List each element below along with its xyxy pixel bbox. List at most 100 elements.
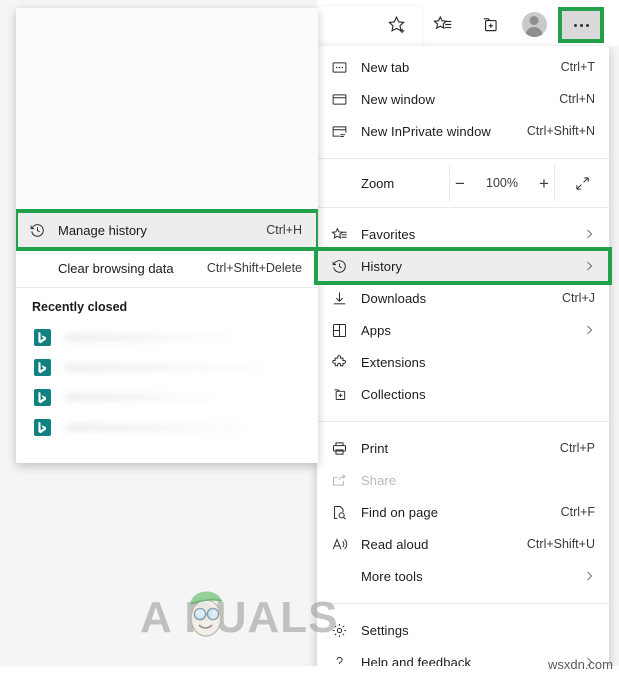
menu-separator [317,207,609,208]
menu-item-label: Share [361,472,397,488]
list-item[interactable] [16,352,318,382]
share-icon [317,472,361,489]
list-item-title-redacted [65,362,261,372]
recently-closed-heading: Recently closed [32,300,128,314]
extensions-puzzle-icon [317,354,361,371]
menu-item-label: Read aloud [361,536,429,552]
gear-icon [317,622,361,639]
menu-item-label: Collections [361,386,426,402]
new-window-icon [317,91,361,108]
menu-padding [317,592,609,598]
bing-favicon [34,358,51,376]
menu-item-new-window[interactable]: New window Ctrl+N [317,83,609,115]
menu-item-more-tools[interactable]: More tools [317,560,609,592]
list-item[interactable] [16,382,318,412]
menu-item-label: Apps [361,322,392,338]
menu-item-read-aloud[interactable]: Read aloud Ctrl+Shift+U [317,528,609,560]
list-item-title-redacted [65,392,215,402]
menu-item-print[interactable]: Print Ctrl+P [317,432,609,464]
submenu-item-manage-history[interactable]: Manage history Ctrl+H [16,209,318,251]
history-clock-icon [16,222,58,239]
menu-item-downloads[interactable]: Downloads Ctrl+J [317,282,609,314]
inprivate-window-icon [317,123,361,140]
menu-item-find-on-page[interactable]: Find on page Ctrl+F [317,496,609,528]
menu-item-history[interactable]: History [314,247,612,285]
zoom-controls: − 100% + [449,164,555,202]
submenu-item-clear-browsing-data[interactable]: Clear browsing data Ctrl+Shift+Delete [16,249,318,287]
menu-item-label: Favorites [361,226,416,242]
zoom-out-button[interactable]: − [451,175,469,192]
bottom-edge [0,666,619,678]
menu-item-label: Find on page [361,504,439,520]
zoom-label: Zoom [361,175,395,191]
menu-item-accel: Ctrl+Shift+N [526,124,595,138]
screenshot-root: New tab Ctrl+T New window Ctrl+N New InP… [0,0,619,678]
menu-item-label: Extensions [361,354,426,370]
menu-item-accel: Ctrl+T [560,60,595,74]
apps-icon [317,322,361,339]
menu-item-settings[interactable]: Settings [317,614,609,646]
favorites-star-icon [317,226,361,243]
chevron-right-icon [579,570,595,582]
menu-item-accel: Ctrl+P [559,441,595,455]
menu-item-label: New tab [361,59,410,75]
menu-item-accel: Ctrl+F [560,505,595,519]
list-item[interactable] [16,322,318,352]
downloads-icon [317,290,361,307]
submenu-item-accel: Ctrl+Shift+Delete [206,261,302,275]
menu-item-new-tab[interactable]: New tab Ctrl+T [317,51,609,83]
wsxdn-watermark: wsxdn.com [547,657,613,672]
add-favorite-icon[interactable] [381,10,411,38]
chevron-right-icon [579,260,595,272]
menu-item-share: Share [317,464,609,496]
settings-and-more-button[interactable] [558,7,604,43]
menu-item-label: More tools [361,568,423,584]
history-flyout-blank-area [16,8,318,211]
collections-icon [317,386,361,403]
collections-icon[interactable] [474,10,504,38]
menu-item-new-inprivate-window[interactable]: New InPrivate window Ctrl+Shift+N [317,115,609,147]
submenu-item-label: Clear browsing data [58,260,174,276]
menu-padding [317,147,609,153]
menu-item-label: New window [361,91,435,107]
fullscreen-icon[interactable] [555,175,609,192]
zoom-value: 100% [486,176,518,190]
bing-favicon [34,418,51,436]
list-item[interactable] [16,412,318,442]
menu-item-accel: Ctrl+J [562,291,595,305]
settings-and-more-menu: New tab Ctrl+T New window Ctrl+N New InP… [314,46,612,678]
menu-item-collections[interactable]: Collections [317,378,609,410]
find-on-page-icon [317,504,361,521]
menu-item-label: Downloads [361,290,427,306]
menu-item-accel: Ctrl+Shift+U [526,537,595,551]
menu-separator [317,603,609,604]
zoom-in-button[interactable]: + [535,175,553,192]
menu-item-label: Print [361,440,389,456]
menu-item-label: Settings [361,622,409,638]
new-tab-icon [317,59,361,76]
more-dots-icon [573,23,589,27]
list-item-title-redacted [65,332,233,342]
bing-favicon [34,388,51,406]
history-submenu: Manage history Ctrl+H Clear browsing dat… [16,8,318,463]
history-clock-icon [317,258,361,275]
avatar[interactable] [519,10,549,38]
chevron-right-icon [579,324,595,336]
zoom-row: Zoom − 100% + [317,164,609,202]
menu-item-apps[interactable]: Apps [317,314,609,346]
menu-item-favorites[interactable]: Favorites [317,218,609,250]
menu-item-extensions[interactable]: Extensions [317,346,609,378]
bing-favicon [34,328,51,346]
print-icon [317,440,361,457]
menu-separator [317,421,609,422]
submenu-item-label: Manage history [58,222,147,238]
read-aloud-icon [317,536,361,553]
menu-item-label: History [361,258,403,274]
menu-item-label: New InPrivate window [361,123,491,139]
list-item-title-redacted [65,422,247,432]
menu-item-accel: Ctrl+N [559,92,595,106]
menu-padding [317,410,609,416]
favorites-icon[interactable] [427,10,457,38]
submenu-item-accel: Ctrl+H [266,223,302,237]
menu-separator [317,158,609,159]
